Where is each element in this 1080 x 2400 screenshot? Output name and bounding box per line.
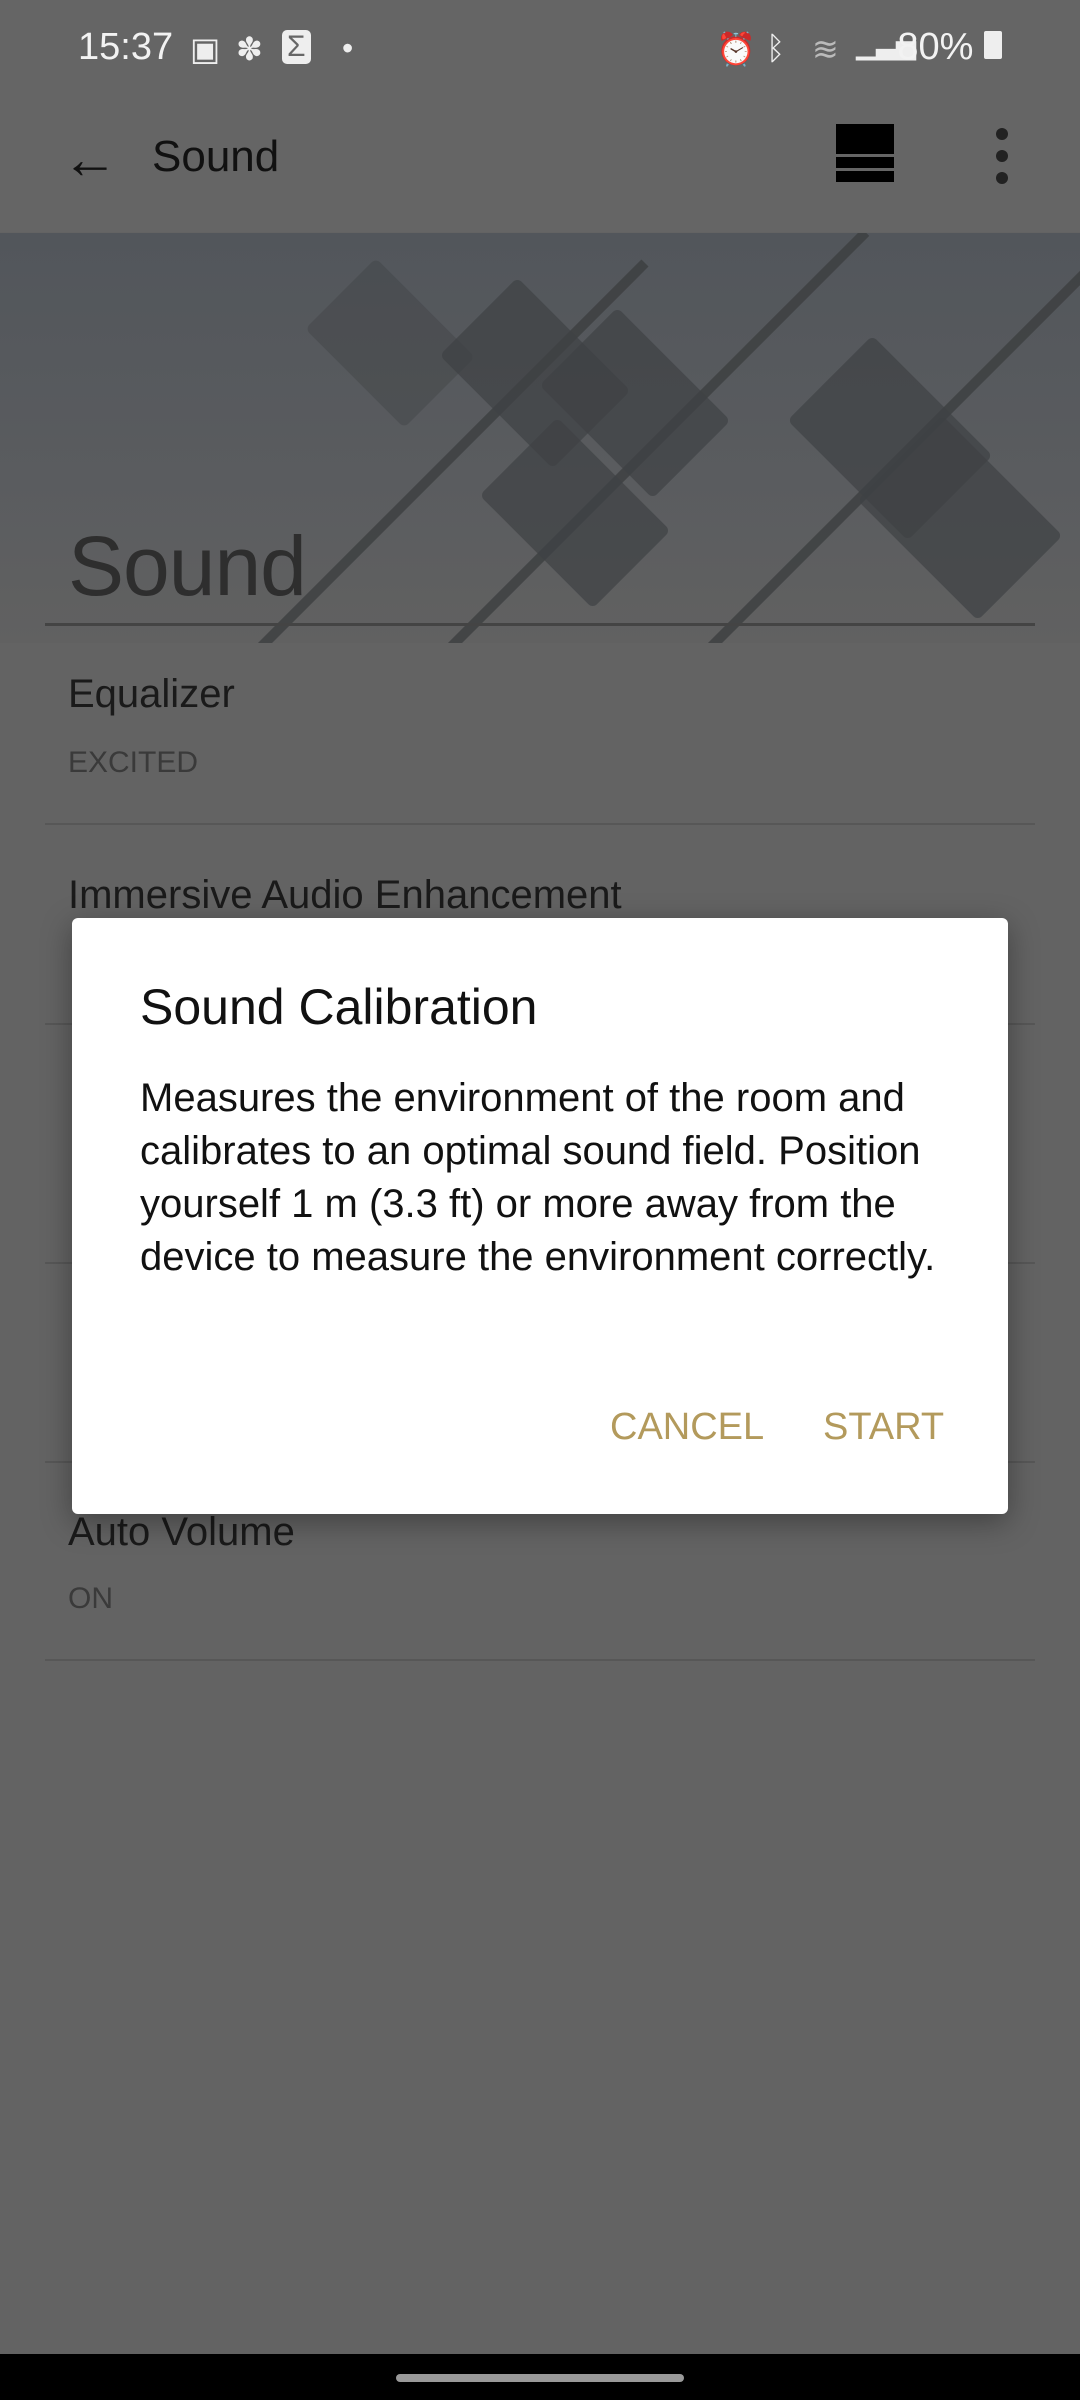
setting-title: Equalizer: [68, 672, 235, 716]
bluetooth-icon: ᛒ: [766, 30, 786, 66]
setting-title: Immersive Audio Enhancement: [68, 873, 622, 917]
divider: [45, 823, 1035, 825]
setting-value: EXCITED: [68, 746, 199, 779]
battery-icon: [984, 31, 1002, 59]
gallery-icon: ▣: [190, 31, 221, 67]
page-title: Sound: [68, 519, 307, 613]
arrow-left-icon[interactable]: ←: [62, 126, 118, 191]
setting-value: ON: [68, 1582, 113, 1615]
navigation-bar: [0, 2354, 1080, 2400]
start-button[interactable]: START: [823, 1406, 944, 1449]
header-image: Sound: [0, 233, 1080, 643]
toolbar: ← Sound: [0, 92, 1080, 232]
toolbar-title: Sound: [152, 132, 280, 181]
dialog-message: Measures the environment of the room and…: [140, 1076, 936, 1279]
alarm-icon: ⏰: [716, 31, 756, 67]
layout-icon[interactable]: [836, 124, 894, 182]
status-time: 15:37: [78, 26, 174, 68]
home-handle[interactable]: [396, 2374, 684, 2382]
sigma-app-icon: Σ: [282, 30, 311, 64]
header-divider: [45, 623, 1035, 626]
network-icon: ✽: [236, 31, 263, 67]
sound-calibration-dialog: Sound Calibration Measures the environme…: [72, 918, 1008, 1514]
battery-level: 80%: [897, 26, 1002, 69]
cancel-button[interactable]: CANCEL: [610, 1406, 764, 1449]
status-bar: 15:37 ▣ ✽ Σ • ⏰ ᛒ ≋ ▁▃▅ 80%: [0, 0, 1080, 92]
wifi-icon: ≋: [812, 31, 839, 67]
dialog-title: Sound Calibration: [140, 979, 538, 1035]
setting-title: Auto Volume: [68, 1510, 295, 1554]
more-vert-icon[interactable]: [996, 128, 1010, 194]
dot-icon: •: [342, 30, 354, 66]
divider: [45, 1659, 1035, 1661]
